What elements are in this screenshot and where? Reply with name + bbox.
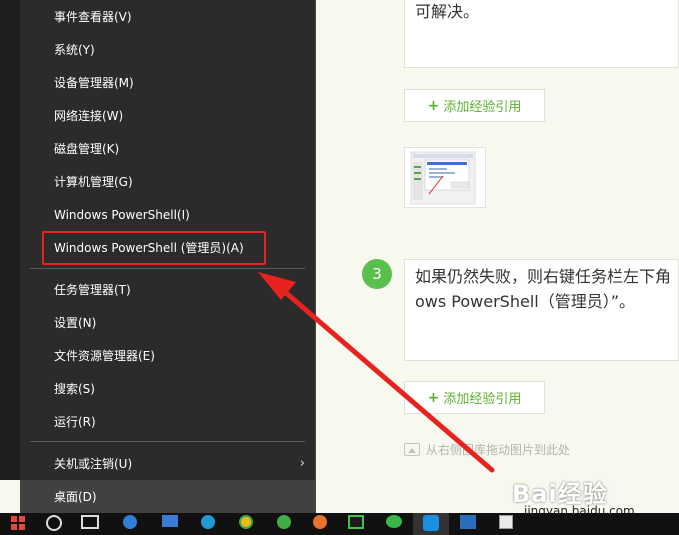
clock-window-icon: [499, 515, 513, 529]
wechat-icon: [386, 515, 402, 528]
taskbar-app-iqiyi[interactable]: [338, 513, 374, 535]
mail-icon: [162, 515, 178, 527]
chrome-icon: [239, 515, 253, 529]
cortana-circle-icon: [46, 515, 62, 531]
green-app-icon: [277, 515, 291, 529]
taskbar-app-edge[interactable]: [112, 513, 148, 535]
start-button[interactable]: [0, 513, 36, 535]
windows-start-icon: [11, 516, 25, 530]
taskbar-app-wechat[interactable]: [376, 513, 412, 535]
taskbar-app-mail[interactable]: [152, 513, 188, 535]
red-pointer-arrow-icon: [258, 272, 495, 473]
outlook-icon: [460, 515, 476, 529]
edge-icon: [123, 515, 137, 529]
firefox-icon: [313, 515, 327, 529]
baidu-jingyan-watermark: Bai经验 jingyan.baidu.com: [512, 474, 635, 518]
cortana-button[interactable]: [36, 513, 72, 535]
taskbar-app-clock[interactable]: [488, 513, 524, 535]
taskbar-app-green[interactable]: [266, 513, 302, 535]
taskbar-app-active[interactable]: [413, 513, 449, 535]
taskbar-app-firefox[interactable]: [302, 513, 338, 535]
taskbar: [0, 513, 679, 535]
app-circle-icon: [201, 515, 215, 529]
u-app-icon: [423, 515, 439, 531]
taskbar-app-blue[interactable]: [190, 513, 226, 535]
task-view-button[interactable]: [72, 513, 108, 535]
taskbar-app-chrome[interactable]: [228, 513, 264, 535]
iqiyi-icon: [348, 515, 364, 529]
task-view-icon: [81, 515, 99, 529]
taskbar-app-outlook[interactable]: [450, 513, 486, 535]
